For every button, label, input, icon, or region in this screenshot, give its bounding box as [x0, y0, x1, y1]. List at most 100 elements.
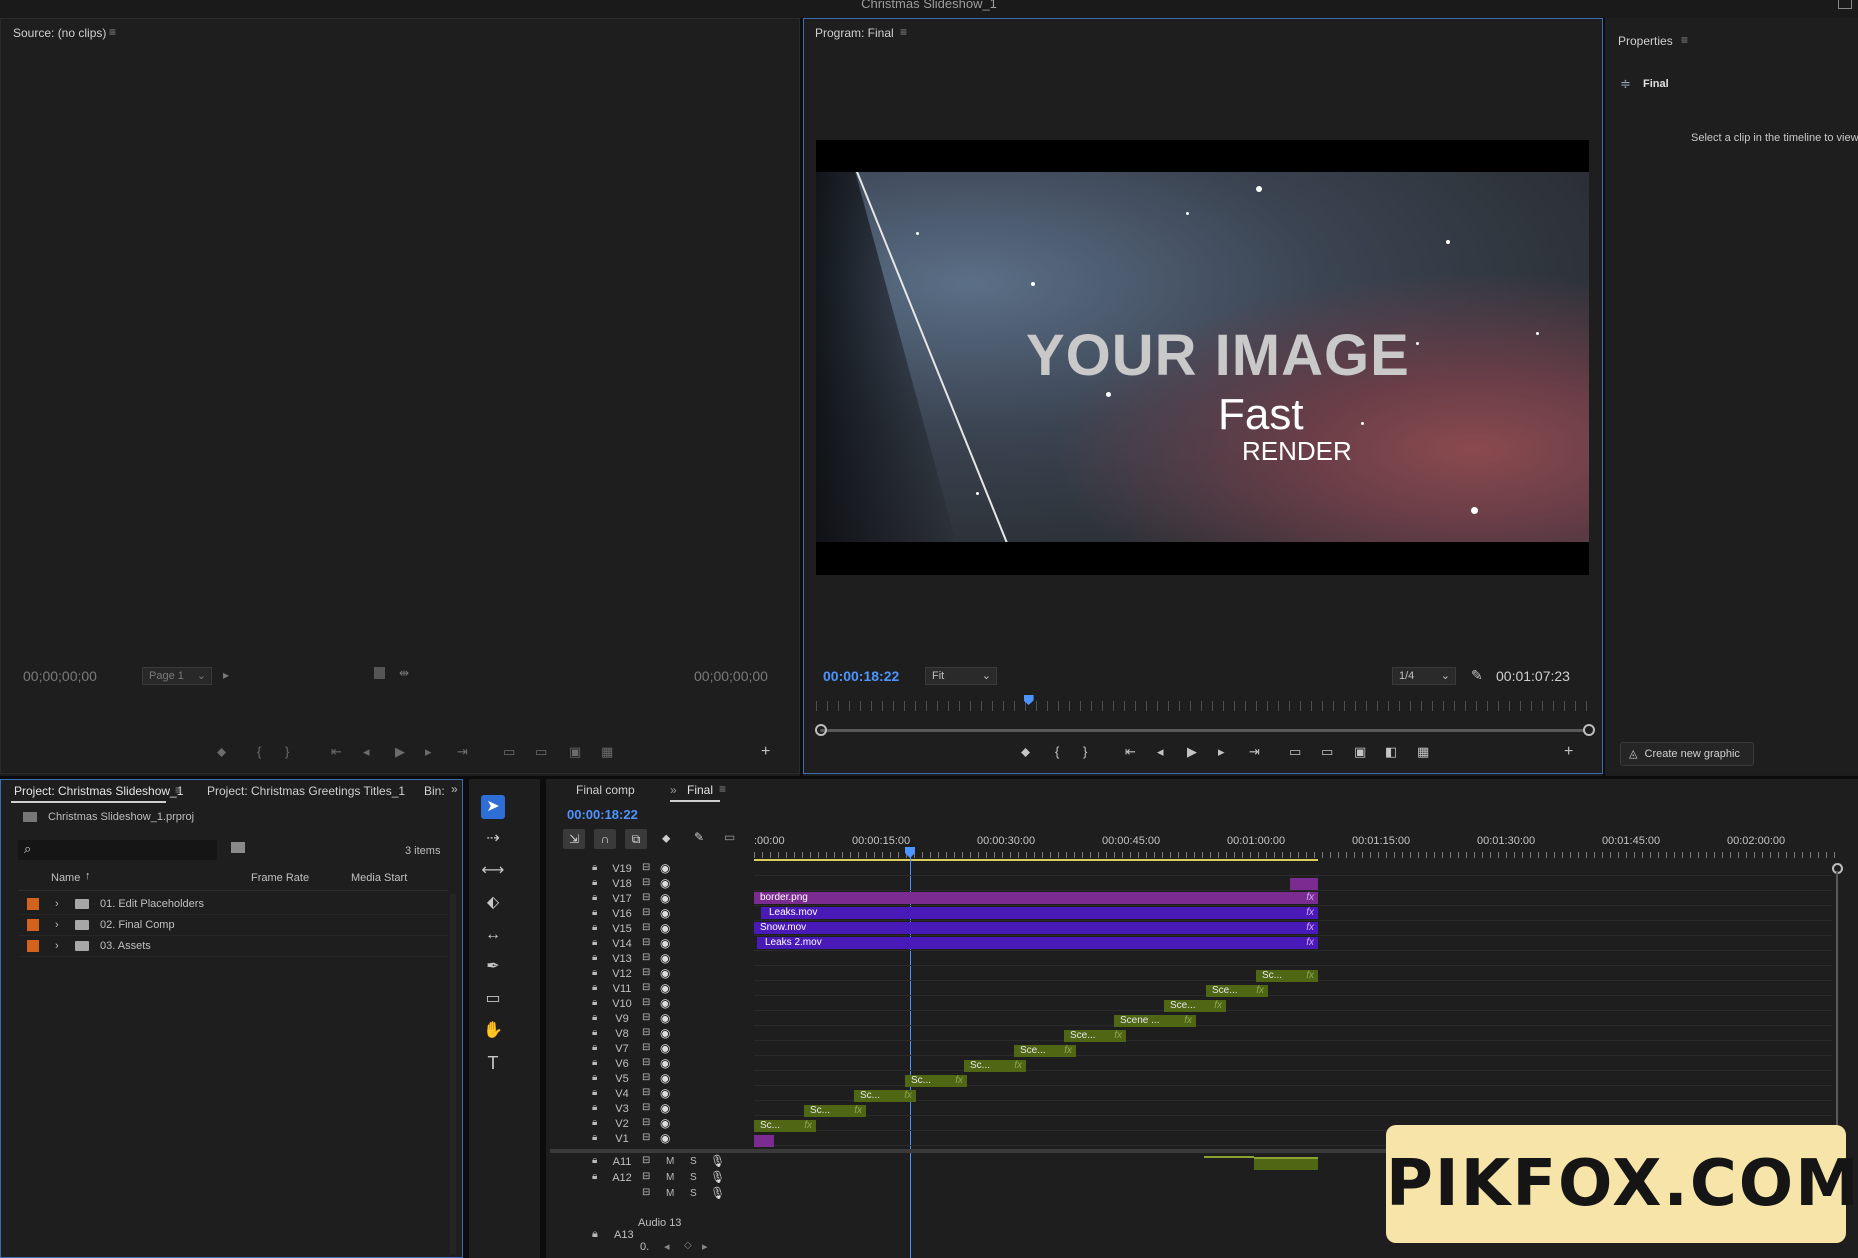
lock-icon[interactable]: 🔒︎	[592, 1228, 598, 1241]
razor-icon[interactable]: ⬖	[481, 891, 505, 915]
track-lane[interactable]	[754, 920, 1832, 921]
lock-icon[interactable]: 🔒︎	[592, 1012, 597, 1023]
track-lane[interactable]	[754, 1115, 1832, 1116]
comparison-view-icon[interactable]: ◧	[1385, 744, 1397, 760]
eye-icon[interactable]: ◉	[660, 876, 670, 890]
timeline-clip[interactable]: Leaks 2.mov fx	[757, 937, 1318, 949]
eye-icon[interactable]: ◉	[660, 1071, 670, 1085]
sync-lock-icon[interactable]: ⊟	[642, 1132, 650, 1143]
sync-lock-icon[interactable]: ⊟	[642, 1072, 650, 1083]
track-lane[interactable]	[754, 995, 1832, 996]
eye-icon[interactable]: ◉	[660, 936, 670, 950]
track-lane[interactable]	[754, 965, 1832, 966]
timeline-settings-icon[interactable]: ✎	[694, 830, 704, 844]
sync-lock-icon[interactable]: ⊟	[642, 982, 650, 993]
program-zoom-scrollbar[interactable]	[820, 729, 1585, 732]
panel-menu-icon[interactable]: ≡	[900, 25, 907, 39]
lock-icon[interactable]: 🔒︎	[592, 937, 597, 948]
mute-button[interactable]: M	[666, 1172, 674, 1183]
eye-icon[interactable]: ◉	[660, 1116, 670, 1130]
timeline-clip[interactable]: Sce... fx	[1206, 985, 1268, 997]
sync-lock-icon[interactable]: ⊟	[642, 967, 650, 978]
go-to-out-icon[interactable]: ⇥	[1249, 744, 1260, 760]
go-to-in-icon[interactable]: ⇤	[331, 744, 342, 760]
lock-icon[interactable]: 🔒︎	[592, 922, 597, 933]
safe-margins-icon[interactable]	[374, 667, 385, 679]
new-bin-icon[interactable]	[231, 842, 245, 853]
track-lane[interactable]	[754, 905, 1832, 906]
timeline-clip[interactable]: Leaks.mov fx	[761, 907, 1318, 919]
track-lane[interactable]	[754, 1070, 1832, 1071]
sync-lock-icon[interactable]: ⊟	[642, 1027, 650, 1038]
timeline-clip[interactable]: Sc... fx	[754, 1120, 816, 1132]
zoom-select[interactable]: Fit ⌄	[925, 667, 997, 685]
maximize-icon[interactable]	[1838, 0, 1852, 9]
timeline-tab-final-comp[interactable]: Final comp	[576, 783, 635, 797]
camera-icon[interactable]: ▣	[569, 744, 581, 760]
eye-icon[interactable]: ◉	[660, 861, 670, 875]
solo-button[interactable]: S	[690, 1172, 697, 1183]
overflow-tabs-icon[interactable]: »	[451, 782, 458, 796]
chevron-right-icon[interactable]: ›	[55, 915, 59, 935]
wrench-icon[interactable]: ✎	[1471, 667, 1483, 684]
audio13-next-keyframe-icon[interactable]: ▸	[702, 1240, 708, 1253]
mark-in-icon[interactable]: {	[1055, 744, 1059, 759]
list-item[interactable]: › 01. Edit Placeholders	[18, 894, 448, 915]
microphone-icon[interactable]: 🎙︎	[710, 1186, 725, 1200]
properties-tab[interactable]: Properties	[1618, 34, 1673, 48]
audio13-volume[interactable]: 0.	[640, 1241, 649, 1253]
project-tab-active[interactable]: Project: Christmas Slideshow_1	[14, 784, 183, 798]
eye-icon[interactable]: ◉	[660, 1056, 670, 1070]
timeline-clip[interactable]: Sc... fx	[854, 1090, 916, 1102]
track-select-icon[interactable]: ⇢	[481, 827, 505, 851]
step-back-icon[interactable]: ◂	[363, 744, 370, 760]
solo-button[interactable]: S	[690, 1188, 697, 1199]
captions-icon[interactable]: ▭	[724, 830, 735, 844]
chevron-right-icon[interactable]: ›	[55, 936, 59, 956]
timeline-clip[interactable]: Sce... fx	[1014, 1045, 1076, 1057]
project-search-input[interactable]: ⌕	[18, 840, 217, 860]
column-name[interactable]: Name	[51, 872, 80, 884]
lock-icon[interactable]: 🔒︎	[592, 967, 597, 978]
scrollbar-handle-left[interactable]	[815, 724, 827, 736]
video-track-row[interactable]: 🔒︎ V18 ⊟ ◉	[546, 876, 1836, 891]
video-track-row[interactable]: 🔒︎ V11 ⊟ ◉	[546, 981, 1836, 996]
panel-menu-icon[interactable]: ≡	[1681, 33, 1688, 47]
track-lane[interactable]	[754, 935, 1832, 936]
insert-nest-icon[interactable]: ⇲	[563, 829, 585, 849]
lock-icon[interactable]: 🔒︎	[592, 907, 597, 918]
step-forward-icon[interactable]: ▸	[1218, 744, 1225, 760]
lock-icon[interactable]: 🔒︎	[592, 1102, 597, 1113]
column-frame-rate[interactable]: Frame Rate	[251, 872, 309, 884]
eye-icon[interactable]: ◉	[660, 1041, 670, 1055]
sync-lock-icon[interactable]: ⊟	[642, 862, 650, 873]
video-track-row[interactable]: 🔒︎ V5 ⊟ ◉	[546, 1071, 1836, 1086]
column-media-start[interactable]: Media Start	[351, 872, 407, 884]
lock-icon[interactable]: 🔒︎	[592, 1132, 597, 1143]
step-back-icon[interactable]: ◂	[1157, 744, 1164, 760]
lock-icon[interactable]: 🔒︎	[592, 1087, 597, 1098]
list-item[interactable]: › 02. Final Comp	[18, 915, 448, 936]
go-to-out-icon[interactable]: ⇥	[457, 744, 468, 760]
eye-icon[interactable]: ◉	[660, 1026, 670, 1040]
timeline-clip[interactable]: Sce... fx	[1164, 1000, 1226, 1012]
sync-lock-icon[interactable]: ⊟	[642, 1087, 650, 1098]
play-icon[interactable]: ▶	[395, 744, 405, 760]
timeline-clip[interactable]: Sce... fx	[1064, 1030, 1126, 1042]
eye-icon[interactable]: ◉	[660, 966, 670, 980]
snap-icon[interactable]: ∩	[594, 829, 616, 849]
lock-icon[interactable]: 🔒︎	[592, 1027, 597, 1038]
extract-icon[interactable]: ▭	[1321, 744, 1333, 760]
track-lane[interactable]	[754, 1040, 1832, 1041]
sync-lock-icon[interactable]: ⊟	[642, 937, 650, 948]
solo-button[interactable]: S	[690, 1156, 697, 1167]
eye-icon[interactable]: ◉	[660, 996, 670, 1010]
video-track-row[interactable]: 🔒︎ V19 ⊟ ◉	[546, 861, 1836, 876]
insert-icon[interactable]: ▭	[503, 744, 515, 760]
overwrite-icon[interactable]: ▭	[535, 744, 547, 760]
timeline-clip[interactable]: Sc... fx	[804, 1105, 866, 1117]
timeline-clip[interactable]: Sc... fx	[1256, 970, 1318, 982]
lock-icon[interactable]: 🔒︎	[592, 892, 597, 903]
program-monitor-tab[interactable]: Program: Final	[815, 26, 894, 40]
timeline-tab-final[interactable]: Final	[687, 783, 713, 797]
